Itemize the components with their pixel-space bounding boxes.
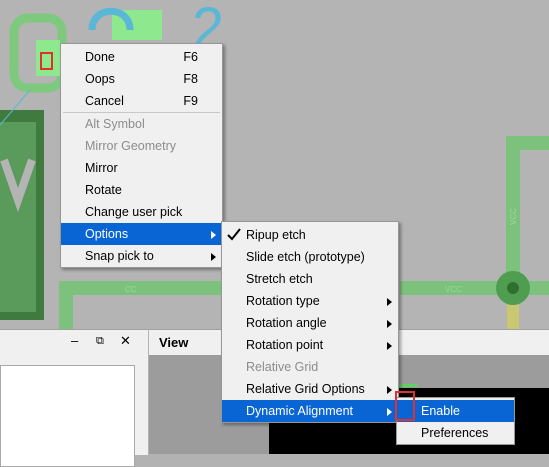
pad-fill [36, 40, 60, 76]
submenu-arrow-icon [387, 408, 392, 416]
part-body-inner [0, 122, 36, 312]
menu-item-ripup-etch[interactable]: Ripup etch [222, 224, 398, 246]
restore-button[interactable]: ⧉ [96, 335, 104, 348]
menu-item-label: Rotation point [246, 338, 324, 352]
menu-item-label: Options [85, 227, 129, 241]
menu-item-change-user-pick[interactable]: Change user pick [61, 201, 222, 223]
menu-item-label: Rotation type [246, 294, 320, 308]
menu-item-shortcut: F9 [183, 94, 198, 108]
menu-item-label: Preferences [421, 426, 489, 440]
menu-item-alt-symbol: Alt Symbol [61, 113, 222, 135]
menu-item-label: Change user pick [85, 205, 183, 219]
menu-item-label: Done [85, 50, 115, 64]
menu-item-label: Mirror [85, 161, 118, 175]
menu-item-oops[interactable]: Oops F8 [61, 68, 222, 90]
menu-item-label: Enable [421, 404, 460, 418]
menu-item-mirror[interactable]: Mirror [61, 157, 222, 179]
menu-item-label: Dynamic Alignment [246, 404, 353, 418]
menu-item-rotation-type[interactable]: Rotation type [222, 290, 398, 312]
via-inner [507, 282, 519, 294]
menu-item-label: Relative Grid Options [246, 382, 365, 396]
menu-item-snap-pick-to[interactable]: Snap pick to [61, 245, 222, 267]
menu-item-label: Snap pick to [85, 249, 154, 263]
menu-item-mirror-geometry: Mirror Geometry [61, 135, 222, 157]
menu-item-relative-grid-options[interactable]: Relative Grid Options [222, 378, 398, 400]
menu-item-options[interactable]: Options [61, 223, 222, 245]
submenu-arrow-icon [387, 386, 392, 394]
menu-item-rotation-angle[interactable]: Rotation angle [222, 312, 398, 334]
annotation-marker [395, 391, 415, 421]
left-panel-content [0, 365, 135, 467]
menu-item-stretch-etch[interactable]: Stretch etch [222, 268, 398, 290]
menu-item-label: Oops [85, 72, 115, 86]
submenu-arrow-icon [387, 298, 392, 306]
menu-item-label: Relative Grid [246, 360, 319, 374]
submenu-arrow-icon [387, 342, 392, 350]
menu-item-label: Stretch etch [246, 272, 313, 286]
checkmark-icon [227, 228, 241, 241]
trace-vertical [506, 136, 549, 288]
view-panel-title: View [159, 335, 189, 350]
net-label-2: VCC [445, 285, 462, 294]
options-submenu: Ripup etch Slide etch (prototype) Stretc… [221, 221, 399, 423]
menu-item-label: Mirror Geometry [85, 139, 176, 153]
menu-item-label: Cancel [85, 94, 124, 108]
menu-item-slide-etch[interactable]: Slide etch (prototype) [222, 246, 398, 268]
menu-item-done[interactable]: Done F6 [61, 46, 222, 68]
minimize-button[interactable]: – [71, 333, 78, 348]
menu-item-dynamic-alignment[interactable]: Dynamic Alignment [222, 400, 398, 422]
menu-item-cancel[interactable]: Cancel F9 [61, 90, 222, 112]
close-button[interactable]: ✕ [120, 333, 131, 349]
net-label-1: CC [125, 285, 137, 294]
menu-item-shortcut: F8 [183, 72, 198, 86]
menu-item-preferences[interactable]: Preferences [397, 422, 514, 444]
menu-item-label: Alt Symbol [85, 117, 145, 131]
menu-item-relative-grid: Relative Grid [222, 356, 398, 378]
menu-item-rotation-point[interactable]: Rotation point [222, 334, 398, 356]
menu-item-label: Rotate [85, 183, 122, 197]
net-label-3: VCC [509, 208, 518, 225]
menu-item-label: Ripup etch [246, 228, 306, 242]
submenu-arrow-icon [211, 253, 216, 261]
context-menu: Done F6 Oops F8 Cancel F9 Alt Symbol Mirror… [60, 43, 223, 268]
submenu-arrow-icon [211, 231, 216, 239]
menu-item-label: Rotation angle [246, 316, 327, 330]
menu-item-label: Slide etch (prototype) [246, 250, 365, 264]
menu-item-shortcut: F6 [183, 50, 198, 64]
submenu-arrow-icon [387, 320, 392, 328]
menu-item-rotate[interactable]: Rotate [61, 179, 222, 201]
